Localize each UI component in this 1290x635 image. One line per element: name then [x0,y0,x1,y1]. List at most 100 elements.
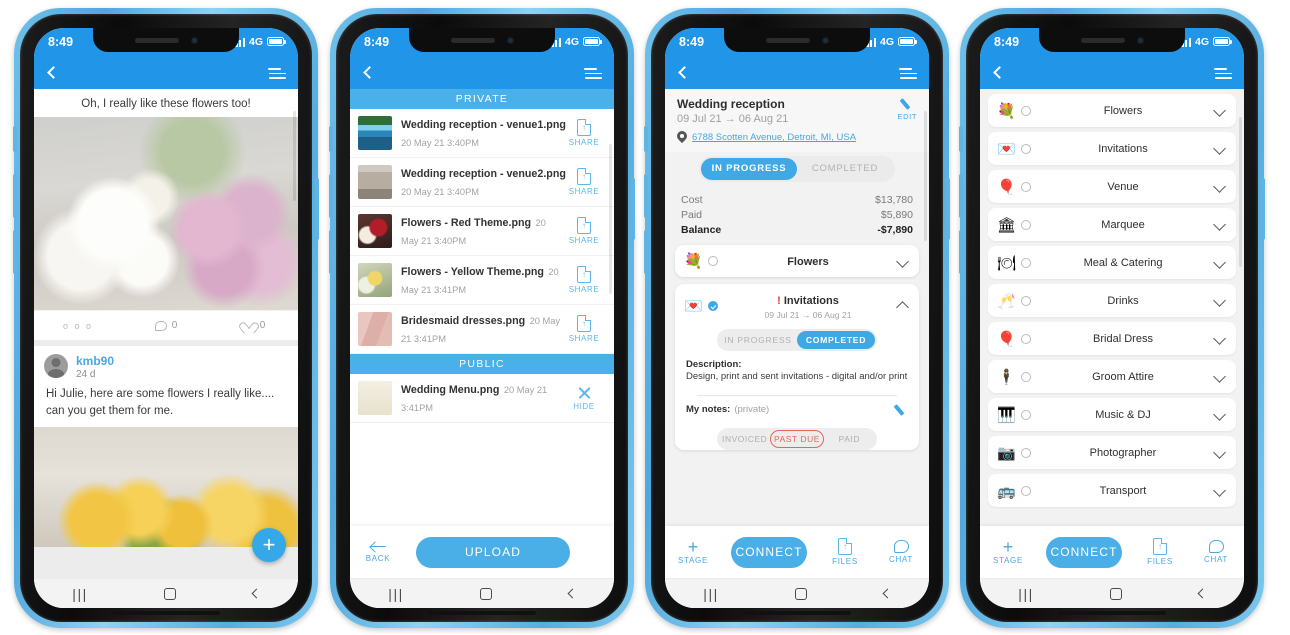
comment-button[interactable]: 0 [122,320,210,331]
home-button[interactable] [480,587,493,600]
chevron-down-icon[interactable] [1213,180,1226,193]
tab-in-progress[interactable]: IN PROGRESS [701,158,797,180]
system-back-button[interactable] [251,588,262,599]
power-button[interactable] [946,178,950,240]
add-stage-button[interactable]: + STAGE [665,538,721,565]
volume-up-button[interactable] [644,174,648,218]
share-button[interactable]: SHARE [562,119,606,147]
mute-switch[interactable] [13,126,17,152]
file-row[interactable]: Flowers - Red Theme.png 20 May 21 3:40PM… [350,207,614,256]
volume-down-button[interactable] [959,230,963,274]
tab-completed[interactable]: COMPLETED [797,331,875,349]
like-button[interactable]: 0 [210,320,298,332]
tab-in-progress[interactable]: IN PROGRESS [719,331,797,349]
category-row-drinks[interactable]: 🥂 Drinks [988,284,1236,317]
back-button[interactable]: BACK [350,542,406,563]
stage-radio-checked[interactable] [708,300,718,311]
category-radio[interactable] [1021,143,1031,154]
stage-card-flowers[interactable]: 💐 Flowers [675,245,919,277]
files-button[interactable]: FILES [1132,538,1188,566]
home-button[interactable] [1110,587,1123,600]
share-button[interactable]: SHARE [562,315,606,343]
category-row-groom-attire[interactable]: 🕴 Groom Attire [988,360,1236,393]
volume-down-button[interactable] [329,230,333,274]
category-row-invitations[interactable]: 💌 Invitations [988,132,1236,165]
category-row-marquee[interactable]: 🏛 Marquee [988,208,1236,241]
volume-down-button[interactable] [13,230,17,274]
home-button[interactable] [795,587,808,600]
category-radio[interactable] [1021,485,1031,496]
connect-button[interactable]: CONNECT [1046,536,1122,568]
add-post-fab[interactable]: + [252,528,286,562]
tab-paid[interactable]: PAID [824,430,875,448]
scrollbar-thumb[interactable] [609,144,612,294]
chevron-down-icon[interactable] [1213,484,1226,497]
scrollbar-thumb[interactable] [1239,117,1242,267]
tab-completed[interactable]: COMPLETED [797,158,893,180]
connect-button[interactable]: CONNECT [731,536,807,568]
back-icon[interactable] [363,65,376,79]
edit-notes-pencil-icon[interactable] [895,403,908,416]
category-radio[interactable] [1021,219,1031,230]
category-radio[interactable] [1021,105,1031,116]
category-row-music-dj[interactable]: 🎹 Music & DJ [988,398,1236,431]
comment-photo-roses[interactable] [34,427,298,548]
home-button[interactable] [164,587,177,600]
back-icon[interactable] [993,65,1006,79]
chevron-down-icon[interactable] [896,254,909,268]
category-radio[interactable] [1021,295,1031,306]
scrollbar-thumb[interactable] [293,111,296,201]
chevron-down-icon[interactable] [1213,142,1226,155]
post-photo-flowers[interactable] [34,117,298,310]
mute-switch[interactable] [329,126,333,152]
category-radio[interactable] [1021,257,1031,268]
chevron-down-icon[interactable] [1213,256,1226,269]
chat-button[interactable]: CHAT [873,540,929,564]
hamburger-menu-icon[interactable] [897,64,917,80]
address-link[interactable]: 6788 Scotten Avenue, Detroit, MI, USA [692,132,856,143]
category-row-venue[interactable]: 🎈 Venue [988,170,1236,203]
hide-button[interactable]: HIDE [562,385,606,411]
category-row-flowers[interactable]: 💐 Flowers [988,94,1236,127]
recents-button[interactable]: ||| [72,586,88,602]
volume-down-button[interactable] [644,230,648,274]
chevron-down-icon[interactable] [1213,104,1226,117]
back-icon[interactable] [47,65,60,79]
upload-button[interactable]: UPLOAD [416,536,570,568]
back-icon[interactable] [678,65,691,79]
chevron-down-icon[interactable] [1213,446,1226,459]
address-row[interactable]: 6788 Scotten Avenue, Detroit, MI, USA [665,129,929,152]
category-radio[interactable] [1021,409,1031,420]
volume-up-button[interactable] [329,174,333,218]
share-button[interactable]: SHARE [562,266,606,294]
stage-header[interactable]: 💌 ! Invitations 09 Jul 21 → 06 Aug 21 [675,284,919,327]
volume-up-button[interactable] [13,174,17,218]
file-row[interactable]: Wedding reception - venue2.png 20 May 21… [350,158,614,207]
power-button[interactable] [315,178,319,240]
more-options-button[interactable]: o o o [34,321,122,331]
power-button[interactable] [1261,178,1265,240]
chat-button[interactable]: CHAT [1188,540,1244,564]
chevron-up-icon[interactable] [896,301,909,314]
power-button[interactable] [631,178,635,240]
scrollbar-thumb[interactable] [924,111,927,241]
category-row-photographer[interactable]: 📷 Photographer [988,436,1236,469]
share-button[interactable]: SHARE [562,168,606,196]
recents-button[interactable]: ||| [703,586,719,602]
volume-up-button[interactable] [959,174,963,218]
hamburger-menu-icon[interactable] [266,64,286,80]
category-radio[interactable] [1021,181,1031,192]
chevron-down-icon[interactable] [1213,294,1226,307]
tab-invoiced[interactable]: INVOICED [719,430,770,448]
category-radio[interactable] [1021,333,1031,344]
file-row[interactable]: Wedding reception - venue1.png 20 May 21… [350,109,614,158]
system-back-button[interactable] [882,588,893,599]
system-back-button[interactable] [1197,588,1208,599]
recents-button[interactable]: ||| [388,586,404,602]
edit-button[interactable]: EDIT [898,97,917,121]
stage-radio[interactable] [708,256,718,266]
file-row[interactable]: Wedding Menu.png 20 May 21 3:41PM HIDE [350,374,614,423]
share-button[interactable]: SHARE [562,217,606,245]
mute-switch[interactable] [644,126,648,152]
tab-past-due[interactable]: PAST DUE [770,430,824,448]
